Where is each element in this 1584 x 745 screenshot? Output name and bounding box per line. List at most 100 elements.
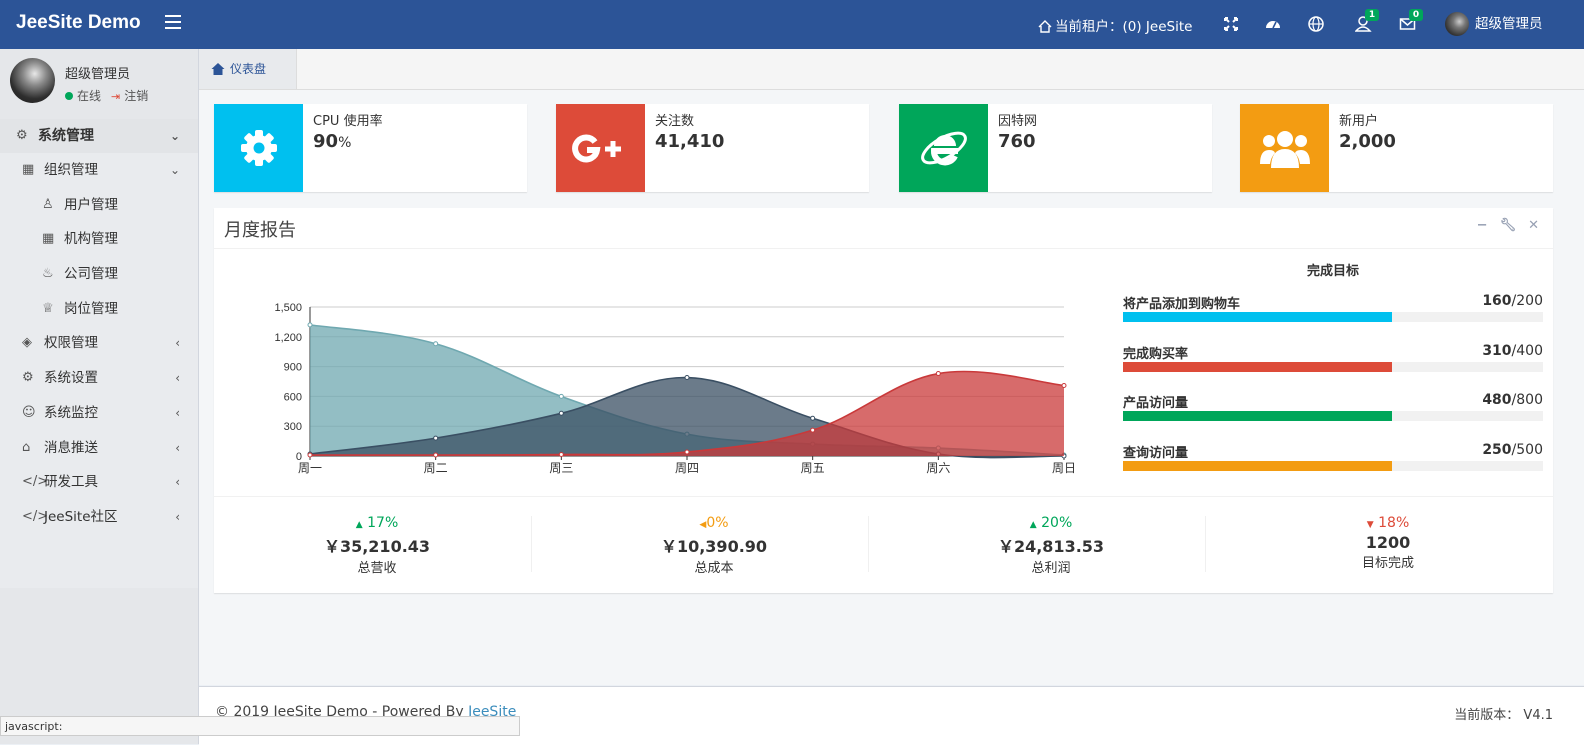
goal-progress-bar	[1123, 361, 1392, 372]
caret-up-icon: ▲	[1029, 520, 1037, 530]
data-point	[684, 449, 690, 455]
info-box-new-users: 新用户 2,000	[1240, 104, 1553, 192]
chevron-down-icon: ⌄	[169, 129, 180, 143]
close-icon[interactable]: ✕	[1528, 218, 1539, 233]
browser-status-bar: javascript:	[0, 716, 520, 736]
avatar	[10, 58, 55, 103]
sidebar-item-label: 系统设置	[44, 370, 98, 387]
report-title: 月度报告	[224, 220, 296, 241]
sidebar-item-community[interactable]: </> JeeSite社区 ‹	[0, 500, 198, 535]
grid-icon: ▦	[42, 231, 55, 247]
data-point	[558, 410, 564, 416]
amount: 1200	[1365, 533, 1411, 552]
description-block-profit: ▲ 20% ￥24,813.53 总利润	[893, 515, 1209, 576]
chevron-left-icon: ‹	[175, 336, 180, 351]
tenant-switch[interactable]: 当前租户：(0) JeeSite	[1038, 15, 1192, 35]
app-logo[interactable]: JeeSite Demo	[16, 12, 141, 34]
fullscreen-icon[interactable]	[1222, 15, 1240, 33]
goal-progress-bar	[1123, 411, 1392, 421]
wrench-icon[interactable]: 🔧︎	[1500, 218, 1517, 233]
goal-value: 480/800	[1482, 392, 1543, 408]
description-label: 总利润	[1031, 561, 1071, 576]
description-block-revenue: ▲ 17% ￥35,210.43 总营收	[219, 515, 535, 576]
info-box-label: 因特网	[998, 114, 1038, 129]
goal-progress-track	[1123, 361, 1543, 372]
data-point	[558, 452, 564, 458]
sidebar-item-label: 系统监控	[44, 404, 98, 421]
goal-item: 将产品添加到购物车 160/200	[1123, 293, 1543, 343]
sidebar-toggle-icon[interactable]	[165, 15, 181, 33]
caret-down-icon: ▼	[1366, 520, 1374, 530]
sidebar-menu: ⚙ 系统管理 ⌄ ▦ 组织管理 ⌄ ♙ 用户管理 ▦ 机构管理 ♨ 公司管理 ♕ 岗位管理 ◈ 权…	[0, 119, 198, 535]
mail-button[interactable]: 0	[1399, 9, 1423, 33]
data-point	[935, 371, 941, 377]
sidebar-item-post[interactable]: ♕ 岗位管理	[0, 292, 198, 327]
goal-progress-bar	[1123, 312, 1392, 322]
sidebar-item-offices[interactable]: ▦ 机构管理	[0, 222, 198, 257]
goal-progress-track	[1123, 411, 1543, 421]
avatar	[1445, 12, 1469, 36]
trophy-icon: ♕	[42, 300, 54, 316]
user-menu[interactable]: 超级管理员	[1445, 12, 1543, 36]
notification-button[interactable]: 1	[1354, 9, 1379, 33]
logout-link[interactable]: 注销	[124, 89, 148, 103]
tenant-label: 当前租户：(0) JeeSite	[1055, 19, 1193, 35]
y-tick-label: 1,500	[274, 302, 302, 314]
sidebar-item-company[interactable]: ♨ 公司管理	[0, 257, 198, 292]
data-point	[684, 375, 690, 381]
home-icon	[211, 63, 225, 75]
info-box-label: CPU 使用率	[313, 114, 383, 129]
chevron-left-icon: ‹	[175, 509, 180, 524]
amount: ￥24,813.53	[997, 537, 1105, 556]
collapse-icon[interactable]: −	[1477, 218, 1488, 233]
sidebar-item-label: 系统管理	[38, 128, 94, 144]
info-box-value: 41,410	[655, 131, 725, 152]
sidebar-item-devtools[interactable]: </> 研发工具 ‹	[0, 465, 198, 500]
y-tick-label: 900	[284, 362, 302, 374]
sidebar-item-permission[interactable]: ◈ 权限管理 ‹	[0, 326, 198, 361]
monthly-report-box: 月度报告 − 🔧︎ ✕ 0 300 600 900 1,200 1,500 周一 周二 周三 周四 周五…	[214, 208, 1553, 593]
cpu-unit: %	[338, 135, 352, 151]
inbox-icon: ⌂	[22, 439, 31, 455]
divider	[1205, 516, 1206, 572]
dashboard-icon[interactable]	[1264, 15, 1282, 33]
fire-icon: ♨	[42, 266, 54, 282]
goal-label: 查询访问量	[1123, 445, 1189, 461]
sidebar-item-message[interactable]: ⌂ 消息推送 ‹	[0, 431, 198, 466]
user-icon: ♙	[42, 196, 54, 212]
sidebar-item-settings[interactable]: ⚙ 系统设置 ‹	[0, 361, 198, 396]
sign-out-icon: ⇥	[111, 90, 121, 103]
sidebar-user-name: 超级管理员	[65, 67, 131, 82]
goal-label: 将产品添加到购物车	[1123, 297, 1241, 312]
user-status: 在线 ⇥ 注销	[65, 87, 148, 104]
sidebar-item-system[interactable]: ⚙ 系统管理 ⌄	[0, 119, 198, 153]
info-box-value: 90%	[313, 131, 351, 152]
ghost-icon: ☺	[22, 404, 36, 420]
chevron-left-icon: ‹	[175, 371, 180, 386]
tab-dashboard[interactable]: 仪表盘	[199, 49, 297, 89]
sidebar-item-users[interactable]: ♙ 用户管理	[0, 188, 198, 223]
amount: ￥10,390.90	[660, 537, 768, 556]
sidebar-item-org[interactable]: ▦ 组织管理 ⌄	[0, 153, 198, 188]
divider	[531, 516, 532, 572]
x-tick-label: 周六	[926, 461, 950, 475]
chevron-left-icon: ‹	[175, 405, 180, 420]
gear-icon: ⚙	[16, 128, 28, 143]
online-dot-icon	[65, 92, 73, 100]
goal-label: 完成购买率	[1123, 346, 1189, 362]
data-point	[433, 341, 439, 347]
language-globe-icon[interactable]	[1307, 15, 1325, 33]
x-tick-label: 周日	[1052, 461, 1076, 475]
info-box-label: 关注数	[655, 114, 695, 129]
y-tick-label: 300	[284, 421, 302, 433]
goal-label: 产品访问量	[1123, 396, 1189, 411]
sidebar-item-label: 研发工具	[44, 474, 98, 491]
home-icon	[1038, 20, 1052, 33]
sidebar-item-label: 用户管理	[64, 196, 118, 213]
y-tick-label: 1,200	[274, 332, 302, 344]
percentage: ▼ 18%	[1366, 515, 1410, 531]
sidebar-item-label: 公司管理	[64, 266, 118, 283]
sidebar-item-monitor[interactable]: ☺ 系统监控 ‹	[0, 396, 198, 431]
grid-icon: ▦	[22, 162, 35, 177]
percentage: ▲ 20%	[1029, 515, 1073, 531]
